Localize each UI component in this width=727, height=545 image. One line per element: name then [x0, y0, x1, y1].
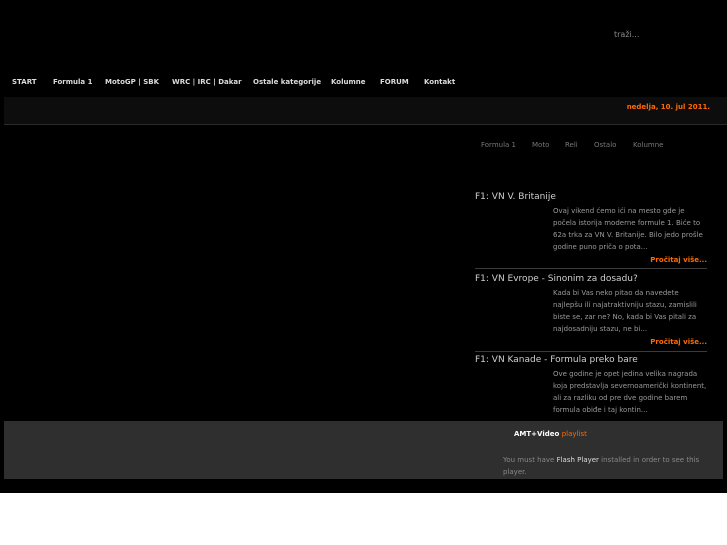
flash-msg-prefix: You must have — [503, 456, 555, 464]
playlist-label: playlist — [561, 430, 587, 438]
article-item: F1: VN V. Britanije Ovaj vikend ćemo ići… — [475, 192, 707, 272]
read-more-link[interactable]: Pročitaj više... — [650, 256, 707, 264]
article-excerpt: Ove godine je opet jedina velika nagrada… — [553, 370, 707, 414]
tab-kolumne[interactable]: Kolumne — [633, 141, 663, 149]
tab-moto[interactable]: Moto — [532, 141, 549, 149]
nav-item-start[interactable]: START — [12, 78, 37, 86]
flash-player-link[interactable]: Flash Player — [557, 456, 599, 464]
article-excerpt: Kada bi Vas neko pitao da navedete najle… — [553, 289, 697, 333]
flash-required-message: You must have Flash Player installed in … — [503, 454, 713, 478]
article-divider — [475, 268, 707, 269]
date-bar: nedelja, 10. jul 2011. — [4, 97, 727, 125]
player-title-text: AMT+Video — [514, 430, 560, 438]
article-title[interactable]: F1: VN Kanade - Formula preko bare — [475, 355, 638, 365]
nav-item-kontakt[interactable]: Kontakt — [424, 78, 455, 86]
current-date: nedelja, 10. jul 2011. — [626, 103, 710, 111]
nav-item-wrc-irc-dakar[interactable]: WRC | IRC | Dakar — [172, 78, 242, 86]
site-container: traži... START Formula 1 MotoGP | SBK WR… — [0, 0, 727, 493]
main-nav: START Formula 1 MotoGP | SBK WRC | IRC |… — [0, 75, 727, 91]
nav-item-motogp-sbk[interactable]: MotoGP | SBK — [105, 78, 159, 86]
tab-reli[interactable]: Reli — [565, 141, 578, 149]
nav-item-kolumne[interactable]: Kolumne — [331, 78, 366, 86]
read-more-link[interactable]: Pročitaj više... — [650, 338, 707, 346]
nav-item-forum[interactable]: FORUM — [380, 78, 409, 86]
nav-item-ostale-kategorije[interactable]: Ostale kategorije — [253, 78, 321, 86]
tab-ostalo[interactable]: Ostalo — [594, 141, 616, 149]
tab-formula-1[interactable]: Formula 1 — [481, 141, 516, 149]
player-title: AMT+Video playlist — [514, 430, 587, 438]
article-item: F1: VN Evrope - Sinonim za dosadu? Kada … — [475, 274, 707, 354]
article-item: F1: VN Kanade - Formula preko bare Ove g… — [475, 355, 707, 419]
nav-item-formula-1[interactable]: Formula 1 — [53, 78, 92, 86]
article-divider — [475, 351, 707, 352]
article-title[interactable]: F1: VN Evrope - Sinonim za dosadu? — [475, 274, 638, 284]
search-input[interactable]: traži... — [614, 30, 639, 39]
video-player: AMT+Video playlist You must have Flash P… — [4, 421, 723, 479]
article-title[interactable]: F1: VN V. Britanije — [475, 192, 556, 202]
article-excerpt: Ovaj vikend ćemo ići na mesto gde je poč… — [553, 207, 703, 251]
